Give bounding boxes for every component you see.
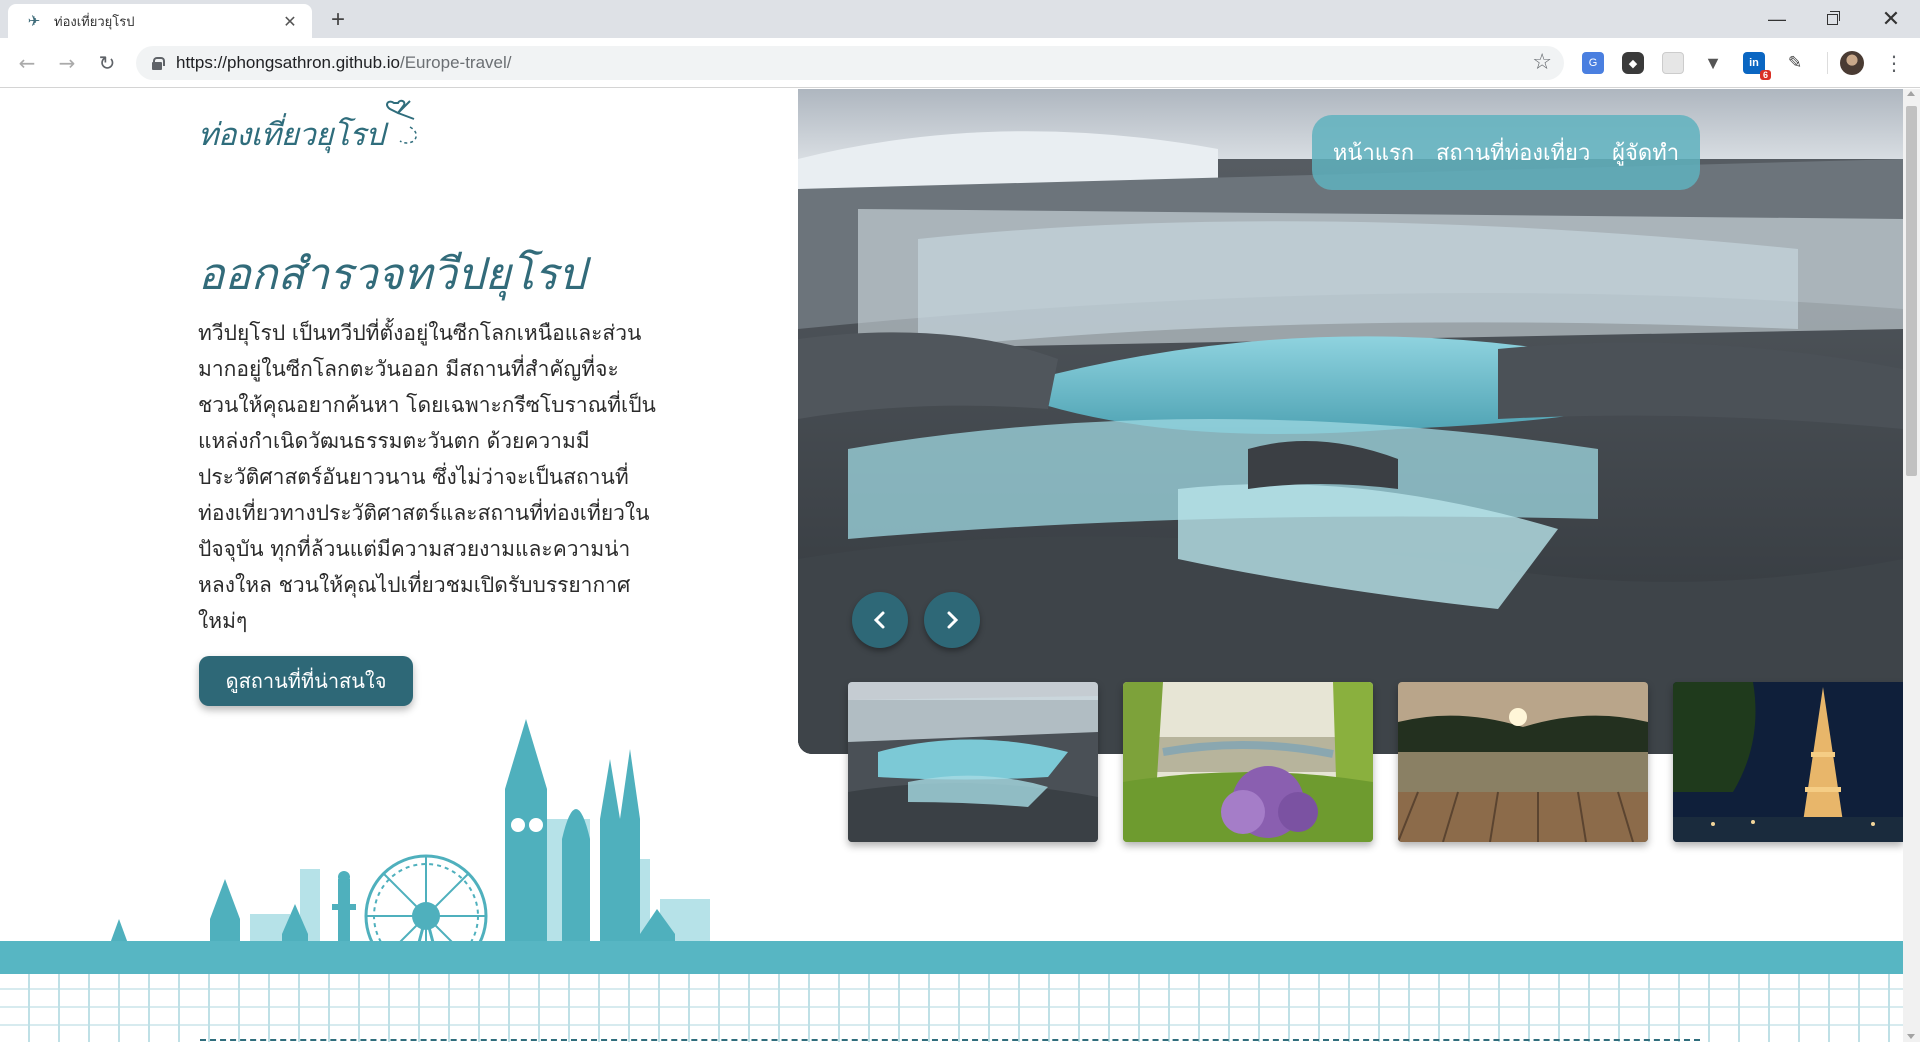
shield-icon[interactable]: ◆ <box>1622 52 1644 74</box>
url-path: /Europe-travel/ <box>400 53 512 72</box>
thumbnail-eiffel-tower[interactable] <box>1673 682 1903 842</box>
thumbnail-waterfall[interactable] <box>848 682 1098 842</box>
plane-favicon-icon: ✈ <box>27 12 41 30</box>
v-extension-icon[interactable]: ▼ <box>1702 52 1724 74</box>
lock-icon[interactable] <box>152 56 165 70</box>
linkedin-icon[interactable]: in 6 <box>1743 52 1771 80</box>
carousel-next-button[interactable] <box>924 592 980 648</box>
close-tab-icon[interactable]: ✕ <box>280 11 300 31</box>
page-scrollbar[interactable] <box>1903 89 1920 1042</box>
browser-toolbar: ← → ↻ https://phongsathron.github.io/Eur… <box>0 38 1920 88</box>
tab-title: ท่องเที่ยวยุโรป <box>54 13 135 29</box>
translate-icon[interactable]: G <box>1582 52 1604 74</box>
main-nav: หน้าแรก สถานที่ท่องเที่ยว ผู้จัดทำ <box>1312 115 1700 190</box>
chevron-right-icon <box>947 611 959 629</box>
tab-strip: ✈ ท่องเที่ยวยุโรป ✕ + — ✕ <box>0 0 1920 38</box>
plane-logo-icon <box>386 99 418 144</box>
scroll-down-icon[interactable] <box>1907 1034 1915 1039</box>
address-bar[interactable]: https://phongsathron.github.io/Europe-tr… <box>136 46 1564 80</box>
nav-item-places[interactable]: สถานที่ท่องเที่ยว <box>1436 135 1590 170</box>
scroll-thumb[interactable] <box>1906 106 1917 476</box>
thumbnail-city-river[interactable] <box>1123 682 1373 842</box>
reload-icon[interactable]: ↻ <box>92 48 122 78</box>
forward-icon[interactable]: → <box>52 48 82 78</box>
browser-tab[interactable]: ✈ ท่องเที่ยวยุโรป ✕ <box>8 4 312 38</box>
linkedin-badge: 6 <box>1759 70 1771 80</box>
footer-pattern <box>0 974 1903 1042</box>
minimize-button[interactable]: — <box>1750 0 1804 38</box>
scroll-up-icon[interactable] <box>1907 91 1915 96</box>
back-icon[interactable]: ← <box>12 48 42 78</box>
restore-button[interactable] <box>1805 0 1859 38</box>
footer-band <box>0 941 1903 974</box>
profile-avatar[interactable] <box>1840 51 1864 75</box>
menu-icon[interactable]: ⋮ <box>1882 48 1906 78</box>
nav-item-authors[interactable]: ผู้จัดทำ <box>1612 135 1679 170</box>
view-places-button[interactable]: ดูสถานที่ที่น่าสนใจ <box>199 656 413 706</box>
page-viewport: ท่องเที่ยวยุโรป ออกสำรวจทวีปยุโรป ทวีปยุ… <box>0 89 1920 1042</box>
page-extension-icon[interactable] <box>1662 52 1684 74</box>
footer-dashed-line <box>200 1039 1700 1041</box>
url-host: https://phongsathron.github.io <box>176 53 400 72</box>
carousel-prev-button[interactable] <box>852 592 908 648</box>
page-headline: ออกสำรวจทวีปยุโรป <box>198 249 586 300</box>
url-text[interactable]: https://phongsathron.github.io/Europe-tr… <box>176 53 512 73</box>
star-icon[interactable]: ☆ <box>1532 50 1552 75</box>
thumbnail-lake-dock[interactable] <box>1398 682 1648 842</box>
nav-item-home[interactable]: หน้าแรก <box>1333 135 1414 170</box>
site-logo[interactable]: ท่องเที่ยวยุโรป <box>198 99 424 159</box>
chevron-left-icon <box>873 611 885 629</box>
intro-paragraph: ทวีปยุโรป เป็นทวีปที่ตั้งอยู่ในซีกโลกเหน… <box>198 321 656 633</box>
eyedropper-icon[interactable]: ✎ <box>1784 52 1806 74</box>
logo-text: ท่องเที่ยวยุโรป <box>198 117 385 153</box>
new-tab-button[interactable]: + <box>324 6 352 34</box>
close-window-button[interactable]: ✕ <box>1864 0 1918 38</box>
toolbar-divider <box>1827 52 1828 74</box>
